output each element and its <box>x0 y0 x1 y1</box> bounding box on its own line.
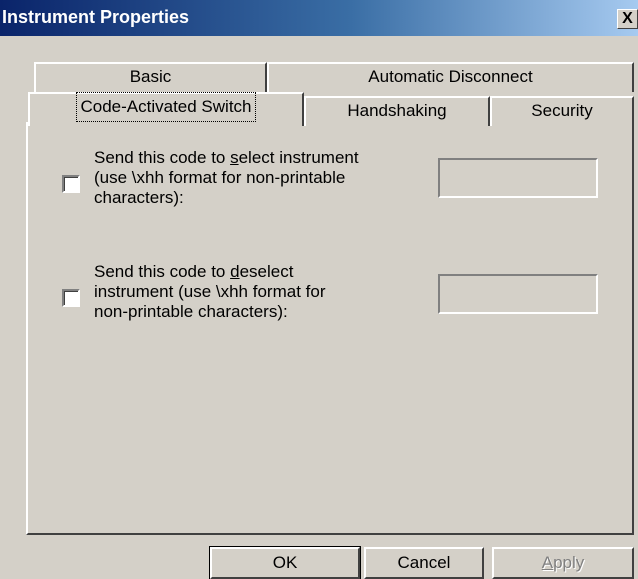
title-bar: Instrument Properties X <box>0 0 638 36</box>
apply-button[interactable]: Apply <box>492 547 634 579</box>
select-label-post: elect instrument <box>238 148 359 167</box>
tab-security-label: Security <box>531 101 593 120</box>
tab-basic[interactable]: Basic <box>34 62 267 92</box>
select-label-line3: characters): <box>94 188 184 207</box>
select-label-line2: (use \xhh format for non-printable <box>94 168 346 187</box>
apply-accel: A <box>541 553 554 572</box>
select-code-checkbox[interactable] <box>62 175 80 193</box>
close-icon[interactable]: X <box>617 9 638 29</box>
tab-handshaking[interactable]: Handshaking <box>304 96 490 126</box>
cancel-button[interactable]: Cancel <box>364 547 484 579</box>
window-title: Instrument Properties <box>2 7 190 27</box>
select-code-input[interactable] <box>438 158 598 198</box>
select-label-accel: s <box>230 148 239 167</box>
tab-handshaking-label: Handshaking <box>347 101 447 120</box>
tab-security[interactable]: Security <box>490 96 634 126</box>
deselect-code-input[interactable] <box>438 274 598 314</box>
select-code-label: Send this code to select instrument (use… <box>94 148 359 208</box>
tab-code-activated-switch[interactable]: Code-Activated Switch <box>28 92 304 126</box>
apply-rest: pply <box>553 553 585 572</box>
deselect-label-accel: d <box>230 262 240 281</box>
deselect-label-pre: Send this code to <box>94 262 231 281</box>
select-label-pre: Send this code to <box>94 148 231 167</box>
deselect-code-label: Send this code to deselect instrument (u… <box>94 262 325 322</box>
tab-automatic-disconnect-label: Automatic Disconnect <box>368 67 533 86</box>
deselect-code-checkbox[interactable] <box>62 289 80 307</box>
deselect-label-line3: non-printable characters): <box>94 302 288 321</box>
tab-automatic-disconnect[interactable]: Automatic Disconnect <box>267 62 634 92</box>
ok-button[interactable]: OK <box>209 546 361 579</box>
tab-code-activated-switch-label: Code-Activated Switch <box>76 92 256 122</box>
tab-basic-label: Basic <box>129 67 172 86</box>
deselect-label-line2: instrument (use \xhh format for <box>94 282 326 301</box>
deselect-label-post: eselect <box>239 262 294 281</box>
